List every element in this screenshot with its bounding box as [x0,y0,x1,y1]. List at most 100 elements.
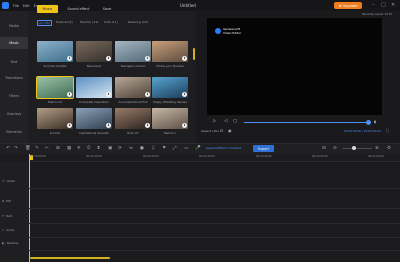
track-row[interactable] [28,237,400,238]
zoom-fit-icon[interactable]: ⤢ [173,146,177,151]
watermark-text: Apowersoft Video Editor [223,27,242,35]
watermark-logo-icon [215,28,221,34]
stop-icon[interactable]: ▢ [233,119,237,124]
zoom-slider[interactable] [342,148,372,149]
aspect-ratio-label[interactable]: Aspect ratio [201,129,219,133]
sidebar-item-text[interactable]: Text [0,56,28,68]
music-item-thumbnail[interactable]: ⬇ [37,108,73,129]
export-button[interactable]: Export [253,145,274,152]
music-item-thumbnail[interactable]: ⬇ [115,108,151,129]
speed-icon[interactable]: ⏱ [87,146,91,151]
download-icon[interactable]: ⬇ [106,123,111,128]
filter-tab-4[interactable]: Relaxing (10) [128,20,148,24]
media-tab-sound-effect[interactable]: Sound effect [62,5,95,13]
ruler-tick-label: 00:00:30:00 [199,155,215,158]
snapshot-icon[interactable]: ◉ [228,128,232,133]
speech-effect-link[interactable]: Speech/Effect Contents [206,146,241,150]
filter-tab-2[interactable]: Fashion (11) [80,20,98,24]
zoom-out-icon[interactable]: ⊖ [333,146,337,151]
track-row[interactable] [28,188,400,189]
fullscreen-icon[interactable]: ⛶ [386,128,389,133]
filter-tab-0[interactable]: All (35) [37,20,52,26]
filter-tab-1[interactable]: Festival (4) [56,20,73,24]
track-pip-icon: ⧉ [2,199,5,203]
music-item-thumbnail[interactable]: ⬇ [152,41,188,62]
subtitle-icon[interactable]: ▭ [184,146,188,151]
track-name: Shadow [6,241,19,245]
aspect-ratio-dropdown-icon[interactable]: ⊡ [220,128,223,133]
split-icon[interactable]: ✂ [45,146,49,151]
marker-icon[interactable]: ⚑ [162,146,166,151]
minimize-button[interactable]: – [372,2,375,8]
track-row[interactable] [28,223,400,224]
close-button[interactable]: ✕ [391,2,395,8]
media-tab-save[interactable]: Save [97,5,117,13]
music-item-thumbnail[interactable]: ⬇ [152,108,188,129]
music-item-thumbnail[interactable]: ⬇ [152,77,188,98]
media-scrollbar[interactable] [193,48,195,60]
music-item-thumbnail[interactable]: ⬇ [76,41,112,62]
zoom-slider-handle[interactable] [352,146,356,150]
timeline-settings-icon[interactable]: ⚙ [387,146,391,151]
timeline-scrollbar[interactable] [30,257,110,259]
track-name: Audio [5,228,15,232]
save-status: Recently saved 13:57 [362,12,393,16]
download-icon[interactable]: ⬇ [182,92,187,97]
audio-detach-icon[interactable]: ♫ [151,146,155,151]
download-icon[interactable]: ⬇ [145,123,150,128]
zoom-in-icon[interactable]: ⊕ [375,146,379,151]
music-item-thumbnail[interactable]: ⬇ [36,76,74,99]
voiceover-icon[interactable]: 🎤 [195,146,201,151]
edit-icon[interactable]: ✎ [35,146,39,151]
menu-file[interactable]: File [13,4,19,8]
sidebar-item-transitions[interactable]: Transitions [0,72,28,84]
download-icon[interactable]: ⬇ [106,92,111,97]
sidebar-item-filters[interactable]: Filters [0,90,28,102]
track-label-video: ▭ Video [2,179,15,183]
mosaic-icon[interactable]: ▦ [67,146,71,151]
download-icon[interactable]: ⬇ [67,56,72,61]
record-icon[interactable]: ● [140,146,144,151]
track-row[interactable] [28,208,400,209]
volume-icon[interactable]: ◖ [374,119,376,124]
freeze-icon[interactable]: ❄ [77,146,81,151]
watermark-line2: Video Editor [223,30,242,35]
filter-tab-3[interactable]: Sofa (11) [104,20,118,24]
music-item-thumbnail[interactable]: ⬇ [115,41,151,62]
download-icon[interactable]: ⬇ [67,123,72,128]
green-screen-icon[interactable]: ▣ [108,146,112,151]
upgrade-button[interactable]: ♛ Upgrade [334,2,362,9]
duration-icon[interactable]: ⧗ [97,146,100,151]
track-label-text: T Text [2,214,12,218]
menu-edit[interactable]: Edit [23,4,30,8]
sidebar-item-elements[interactable]: Elements [0,126,28,138]
window-title: Untitled [180,3,196,8]
crop-icon[interactable]: ⊞ [56,146,60,151]
flip-icon[interactable]: ⇋ [129,146,133,151]
undo-icon[interactable]: ↶ [6,146,10,151]
maximize-button[interactable]: □ [381,2,386,8]
download-icon[interactable]: ⬇ [182,56,187,61]
render-icon[interactable]: ⊟ [322,146,326,151]
sidebar-item-media[interactable]: Media [0,20,28,32]
download-icon[interactable]: ⬇ [67,92,72,97]
music-item-thumbnail[interactable]: ⬇ [76,108,112,129]
download-icon[interactable]: ⬇ [182,123,187,128]
music-item-thumbnail[interactable]: ⬇ [115,77,151,98]
play-icon[interactable]: ▷ [213,119,216,124]
download-icon[interactable]: ⬇ [106,56,111,61]
music-item-thumbnail[interactable]: ⬇ [37,41,73,62]
delete-icon[interactable]: 🗑 [25,146,31,151]
sidebar-item-overlays[interactable]: Overlays [0,108,28,120]
download-icon[interactable]: ⬇ [145,56,150,61]
redo-icon[interactable]: ↷ [14,146,18,151]
rotate-icon[interactable]: ⟳ [118,146,122,151]
media-tab-music[interactable]: Music [37,5,58,13]
step-back-icon[interactable]: ◁ [224,119,227,124]
track-row[interactable] [28,250,400,251]
track-audio-icon: ♪ [2,228,4,232]
music-item-thumbnail[interactable]: ⬇ [76,77,112,98]
seek-handle[interactable] [366,120,371,125]
download-icon[interactable]: ⬇ [145,92,150,97]
sidebar-item-music[interactable]: Music [0,37,28,49]
